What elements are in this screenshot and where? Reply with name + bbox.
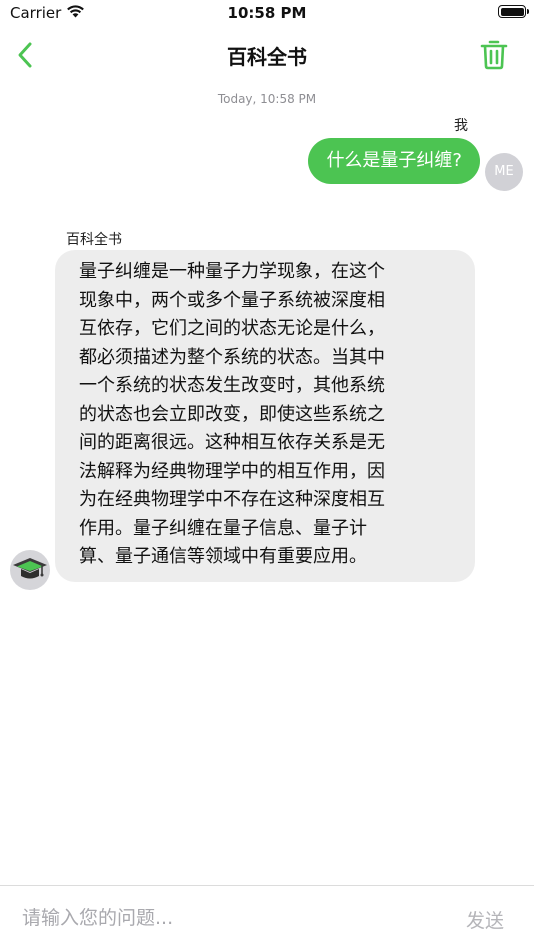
status-time: 10:58 PM xyxy=(227,4,307,22)
bot-message-bubble: 量子纠缠是一种量子力学现象，在这个 现象中，两个或多个量子系统被深度相 互依存，… xyxy=(55,250,475,582)
bot-message-line: 现象中，两个或多个量子系统被深度相 xyxy=(79,289,385,311)
bot-message-line: 量子纠缠是一种量子力学现象，在这个 xyxy=(79,261,385,282)
bot-message-line: 都必须描述为整个系统的状态。当其中 xyxy=(79,346,385,368)
bot-message-line: 为在经典物理学中不存在这种深度相互 xyxy=(79,489,385,510)
battery-icon xyxy=(498,5,529,18)
send-button[interactable]: 发送 xyxy=(466,906,504,933)
bot-message-line: 法解释为经典物理学中的相互作用，因 xyxy=(79,460,385,482)
bot-message-line: 作用。量子纠缠在量子信息、量子计 xyxy=(79,517,367,539)
status-bar: Carrier 10:58 PM xyxy=(0,0,534,28)
page-title: 百科全书 xyxy=(227,45,307,69)
user-avatar: ME xyxy=(485,153,523,191)
bot-message-line: 算、量子通信等领域中有重要应用。 xyxy=(79,546,367,567)
bot-message-line: 间的距离很远。这种相互依存关系是无 xyxy=(79,432,385,453)
bot-message-line: 互依存，它们之间的状态无论是什么， xyxy=(79,318,385,339)
chevron-left-icon[interactable] xyxy=(12,38,42,72)
sender-name-bot: 百科全书 xyxy=(66,232,122,248)
bot-message-line: 一个系统的状态发生改变时，其他系统 xyxy=(79,375,385,396)
user-message-bubble: 什么是量子纠缠? xyxy=(308,138,480,184)
sender-name-me: 我 xyxy=(454,118,468,134)
question-input[interactable] xyxy=(0,886,450,950)
chat-timestamp: Today, 10:58 PM xyxy=(217,92,317,106)
navigation-bar: 百科全书 xyxy=(0,30,534,80)
battery-fill xyxy=(500,7,524,16)
bot-message-line: 的状态也会立即改变，即使这些系统之 xyxy=(79,403,385,425)
input-bar: 发送 xyxy=(0,885,534,951)
trash-icon[interactable] xyxy=(480,38,508,70)
graduation-cap-icon xyxy=(10,550,50,590)
